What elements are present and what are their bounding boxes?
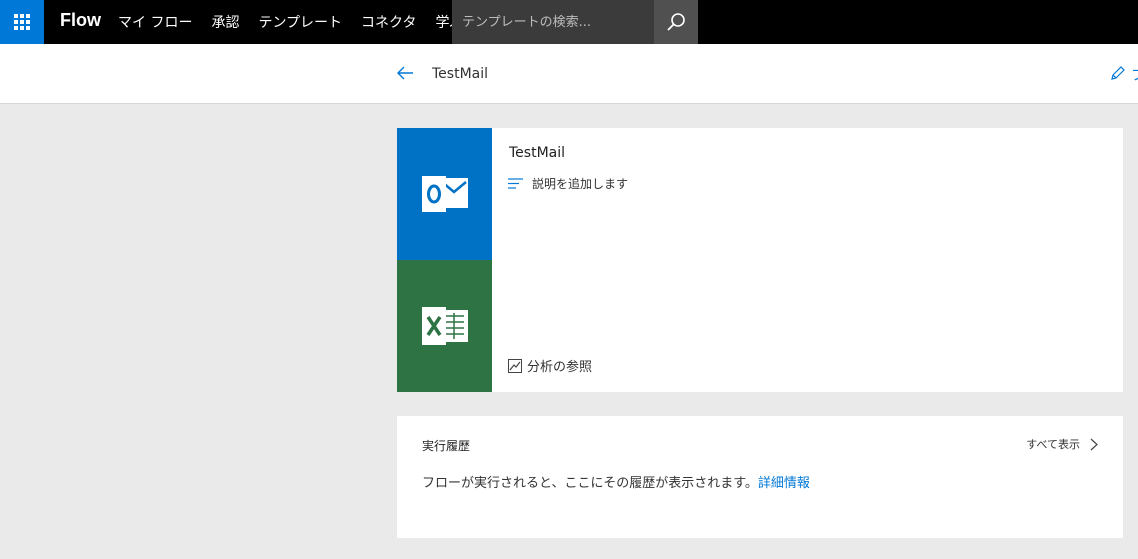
see-all-link[interactable]: すべて表示 (1026, 436, 1098, 452)
run-history-card: 実行履歴 すべて表示 フローが実行されると、ここにその履歴が表示されます。詳細情… (397, 416, 1123, 538)
excel-icon (421, 307, 468, 345)
search-icon (667, 13, 685, 31)
see-all-label: すべて表示 (1026, 438, 1080, 451)
nav-my-flows[interactable]: マイ フロー (118, 12, 192, 32)
empty-history-message: フローが実行されると、ここにその履歴が表示されます。詳細情報 (422, 472, 810, 491)
search-box (452, 0, 654, 44)
chevron-right-icon (1090, 438, 1098, 450)
add-description-link[interactable]: 説明を追加します (508, 175, 628, 192)
page-title: TestMail (432, 66, 489, 82)
top-navigation-bar: Flow マイ フロー 承認 テンプレート コネクタ 学ぶ (0, 0, 1138, 44)
analytics-label: 分析の参照 (527, 360, 593, 375)
description-lines-icon (508, 178, 523, 189)
back-arrow-icon[interactable] (396, 65, 414, 85)
add-description-label: 説明を追加します (532, 177, 629, 191)
edit-button-label[interactable]: フ (1131, 65, 1138, 85)
app-launcher-button[interactable] (0, 0, 44, 44)
nav-approvals[interactable]: 承認 (211, 12, 239, 32)
empty-history-text: フローが実行されると、ここにその履歴が表示されます。 (422, 476, 758, 491)
nav-connectors[interactable]: コネクタ (361, 12, 416, 32)
analytics-link[interactable]: 分析の参照 (508, 356, 592, 375)
flow-name: TestMail (509, 145, 566, 161)
flow-header: TestMail フ (0, 44, 1138, 104)
nav-templates[interactable]: テンプレート (258, 12, 342, 32)
brand-title[interactable]: Flow (60, 10, 101, 31)
outlook-connector-tile (397, 128, 492, 260)
excel-connector-tile (397, 260, 492, 392)
chart-icon (508, 358, 522, 373)
search-input[interactable] (452, 0, 652, 44)
learn-more-link[interactable]: 詳細情報 (758, 476, 810, 491)
waffle-icon (14, 14, 30, 30)
pencil-icon[interactable] (1110, 65, 1126, 85)
outlook-icon (421, 176, 468, 212)
main-nav: マイ フロー 承認 テンプレート コネクタ 学ぶ (118, 0, 495, 44)
flow-details-card: TestMail 説明を追加します 分析の参照 (397, 128, 1123, 392)
search-button[interactable] (654, 0, 698, 44)
run-history-title: 実行履歴 (422, 439, 471, 453)
